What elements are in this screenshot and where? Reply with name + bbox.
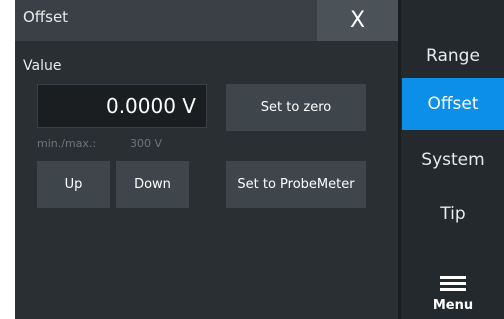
menu-item-tip[interactable]: Tip [402,188,504,240]
down-button[interactable]: Down [116,161,189,208]
side-menu: Range Offset System Tip Menu [398,0,504,319]
value-label: Value [23,58,62,74]
menu-divider [398,0,401,319]
menu-item-range[interactable]: Range [402,30,504,82]
menu-item-offset[interactable]: Offset [402,78,504,130]
offset-value-field[interactable]: 0.0000 V [37,84,207,128]
dialog-header: Offset X [15,0,398,41]
menu-item-system[interactable]: System [402,134,504,186]
set-to-probemeter-button[interactable]: Set to ProbeMeter [226,161,366,208]
offset-dialog: Offset X Value 0.0000 V min./max.: 300 V… [15,0,398,319]
minmax-value: 300 V [130,137,163,150]
dialog-title: Offset [23,8,69,26]
close-button[interactable]: X [317,0,398,41]
menu-label: Menu [432,298,474,313]
hamburger-icon [440,276,466,292]
minmax-label: min./max.: [37,137,97,150]
set-to-zero-button[interactable]: Set to zero [226,84,366,131]
menu-button[interactable]: Menu [402,262,504,319]
up-button[interactable]: Up [37,161,110,208]
